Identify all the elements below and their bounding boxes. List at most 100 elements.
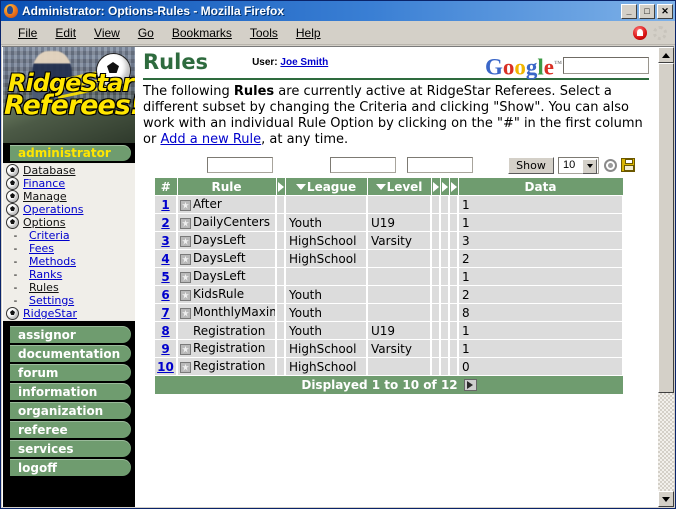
sidebar-item-ranks[interactable]: - Ranks	[2, 268, 135, 281]
add-new-rule-link[interactable]: Add a new Rule	[160, 132, 261, 147]
row-number-cell[interactable]: 2	[155, 213, 178, 232]
row-number-cell[interactable]: 5	[155, 267, 178, 286]
row-number-link[interactable]: 7	[161, 306, 169, 320]
sidebar-item-fees-label[interactable]: Fees	[25, 242, 54, 255]
maximize-button[interactable]: □	[639, 3, 655, 19]
sidebar-item-operations-label[interactable]: Operations	[23, 203, 83, 216]
sidebar-item-finance[interactable]: Finance	[2, 177, 135, 190]
sidebar-item-fees[interactable]: - Fees	[2, 242, 135, 255]
sidebar-item-rules[interactable]: - Rules	[2, 281, 135, 294]
row-number-link[interactable]: 4	[161, 252, 169, 266]
rule-option-icon[interactable]	[178, 288, 193, 302]
column-header-rule[interactable]: Rule	[177, 178, 277, 196]
sidebar-button-assignor[interactable]: assignor	[10, 326, 131, 343]
stop-icon[interactable]	[633, 25, 647, 40]
rule-option-icon[interactable]	[178, 198, 193, 212]
sidebar-item-database-label[interactable]: Database	[23, 164, 76, 177]
close-button[interactable]: ✕	[657, 3, 673, 19]
sidebar-button-organization[interactable]: organization	[10, 402, 131, 419]
column-header-number[interactable]: #	[155, 178, 178, 196]
column-header-data[interactable]: Data	[458, 178, 624, 196]
rule-option-icon[interactable]	[178, 216, 193, 230]
sidebar-button-referee[interactable]: referee	[10, 421, 131, 438]
rule-option-icon[interactable]	[178, 306, 193, 320]
menu-go[interactable]: Go	[129, 24, 163, 42]
sidebar-item-ranks-label[interactable]: Ranks	[25, 268, 62, 281]
row-number-link[interactable]: 5	[161, 270, 169, 284]
google-logo: Google™	[485, 54, 562, 80]
user-name-link[interactable]: Joe Smith	[280, 57, 328, 68]
scroll-up-icon[interactable]	[658, 47, 674, 63]
row-number-link[interactable]: 8	[161, 324, 169, 338]
menu-bookmarks[interactable]: Bookmarks	[163, 24, 241, 42]
sidebar-item-criteria[interactable]: - Criteria	[2, 229, 135, 242]
radio-button-icon[interactable]	[604, 158, 617, 172]
sidebar-item-rules-label[interactable]: Rules	[25, 281, 59, 294]
row-number-cell[interactable]: 7	[155, 303, 178, 322]
rule-option-icon[interactable]	[178, 252, 193, 266]
rule-filter-input[interactable]	[207, 157, 273, 173]
menu-file[interactable]: File	[9, 24, 46, 42]
sidebar-item-manage[interactable]: Manage	[2, 190, 135, 203]
sidebar-item-options-label[interactable]: Options	[23, 216, 65, 229]
row-number-link[interactable]: 3	[161, 234, 169, 248]
sidebar-button-logoff[interactable]: logoff	[10, 459, 131, 476]
row-number-link[interactable]: 6	[161, 288, 169, 302]
row-number-link[interactable]: 1	[161, 198, 169, 212]
sidebar-item-options[interactable]: Options	[2, 216, 135, 229]
sidebar-item-operations[interactable]: Operations	[2, 203, 135, 216]
sidebar-item-ridgestar[interactable]: RidgeStar	[2, 307, 135, 320]
google-search-input[interactable]	[563, 56, 649, 74]
column-header-sort-1[interactable]	[276, 178, 286, 196]
row-number-link[interactable]: 10	[157, 360, 174, 374]
page-size-select[interactable]: 10	[558, 156, 599, 174]
scrollbar-track[interactable]	[658, 393, 674, 491]
sidebar-item-methods[interactable]: - Methods	[2, 255, 135, 268]
sidebar-item-settings-label[interactable]: Settings	[25, 294, 74, 307]
chevron-down-icon[interactable]	[582, 158, 597, 174]
league-filter-input[interactable]	[330, 157, 396, 173]
menu-tools[interactable]: Tools	[241, 24, 287, 42]
row-number-cell[interactable]: 3	[155, 231, 178, 250]
sidebar-item-settings[interactable]: - Settings	[2, 294, 135, 307]
sidebar-button-forum[interactable]: forum	[10, 364, 131, 381]
sidebar-item-criteria-label[interactable]: Criteria	[25, 229, 70, 242]
minimize-button[interactable]: _	[621, 3, 637, 19]
save-disk-icon[interactable]	[621, 158, 635, 172]
row-number-cell[interactable]: 8	[155, 321, 178, 340]
sidebar-button-information[interactable]: information	[10, 383, 131, 400]
row-number-cell[interactable]: 1	[155, 195, 178, 214]
column-header-level[interactable]: Level	[367, 178, 432, 196]
menu-help[interactable]: Help	[287, 24, 330, 42]
sidebar-button-services[interactable]: services	[10, 440, 131, 457]
rule-option-icon[interactable]	[178, 342, 193, 356]
rule-option-icon[interactable]	[178, 234, 193, 248]
sidebar-section-administrator[interactable]: administrator	[10, 145, 131, 161]
level-filter-input[interactable]	[407, 157, 473, 173]
row-number-cell[interactable]: 10	[155, 357, 178, 376]
row-number-cell[interactable]: 4	[155, 249, 178, 268]
sidebar-item-finance-label[interactable]: Finance	[23, 177, 65, 190]
next-page-icon[interactable]	[463, 379, 477, 391]
vertical-scrollbar[interactable]	[657, 47, 674, 507]
rule-option-icon[interactable]	[178, 360, 193, 374]
sidebar-item-database[interactable]: Database	[2, 164, 135, 177]
row-number-link[interactable]: 9	[161, 342, 169, 356]
sidebar-item-manage-label[interactable]: Manage	[23, 190, 67, 203]
row-number-cell[interactable]: 9	[155, 339, 178, 358]
show-button[interactable]: Show	[508, 156, 554, 174]
sidebar-button-documentation[interactable]: documentation	[10, 345, 131, 362]
column-header-league[interactable]: League	[285, 178, 368, 196]
row-number-cell[interactable]: 6	[155, 285, 178, 304]
menu-view[interactable]: View	[85, 24, 129, 42]
column-header-sort-4[interactable]	[449, 178, 459, 196]
scroll-down-icon[interactable]	[658, 491, 674, 507]
sidebar-item-ridgestar-label[interactable]: RidgeStar	[23, 307, 77, 320]
sidebar-item-methods-label[interactable]: Methods	[25, 255, 76, 268]
menu-edit[interactable]: Edit	[46, 24, 85, 42]
scrollbar-thumb[interactable]	[658, 63, 674, 393]
column-header-sort-3[interactable]	[440, 178, 450, 196]
column-header-sort-2[interactable]	[431, 178, 441, 196]
rule-option-icon[interactable]	[178, 270, 193, 284]
row-number-link[interactable]: 2	[161, 216, 169, 230]
